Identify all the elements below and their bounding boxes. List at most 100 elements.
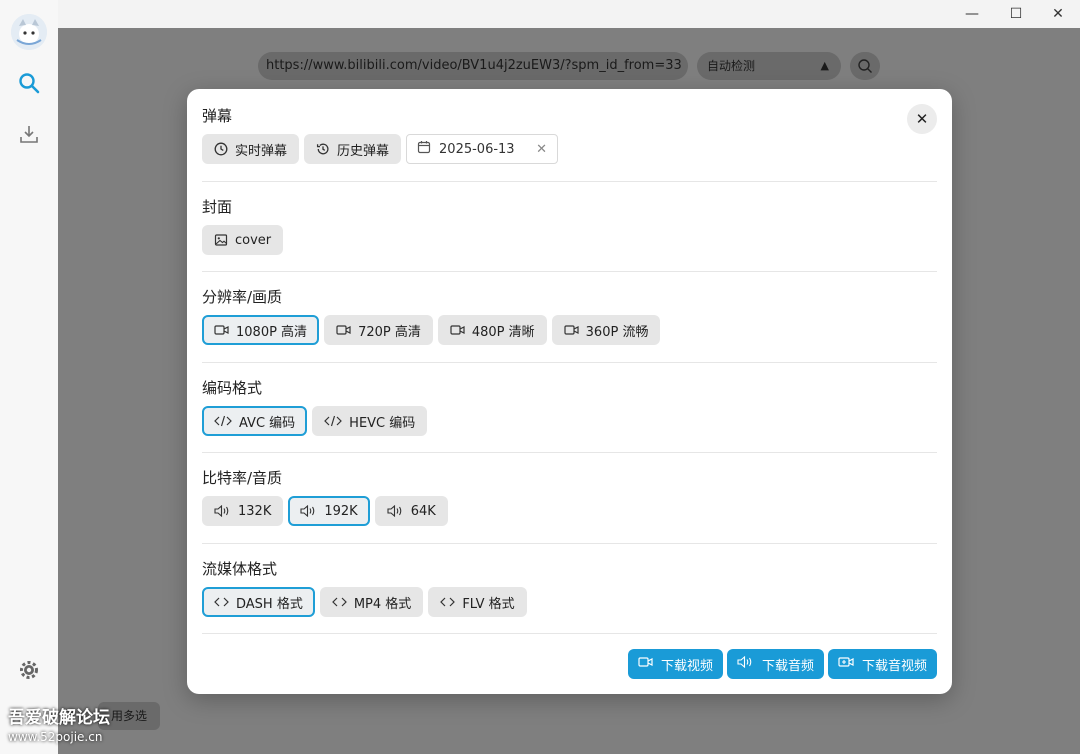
stream-option-flv[interactable]: FLV 格式	[428, 587, 527, 617]
option-label: MP4 格式	[353, 596, 412, 612]
downloads-nav-button[interactable]	[15, 120, 43, 148]
date-value: 2025-06-13	[439, 141, 515, 157]
search-nav-button[interactable]	[15, 69, 43, 97]
divider	[202, 181, 937, 182]
watermark-url: www.52pojie.cn	[8, 730, 103, 744]
maximize-button[interactable]: ☐	[994, 0, 1038, 28]
code-icon	[214, 596, 229, 608]
resolution-option-480p[interactable]: 480P 清晰	[437, 315, 547, 345]
option-label: 132K	[238, 503, 272, 519]
cover-label: cover	[235, 232, 272, 248]
resolution-options: 1080P 高清 720P 高清 480P 清晰 360P 流畅	[202, 315, 937, 345]
option-label: FLV 格式	[462, 596, 515, 612]
bitrate-option-132k[interactable]: 132K	[202, 496, 284, 526]
codec-option-hevc[interactable]: HEVC 编码	[312, 406, 428, 436]
download-audio-button[interactable]: 下载音频	[726, 649, 824, 679]
clock-icon	[214, 142, 228, 156]
image-icon	[214, 233, 228, 247]
divider	[202, 271, 937, 272]
bitrate-option-192k[interactable]: 192K	[288, 496, 370, 526]
divider	[202, 362, 937, 363]
watermark-text: 吾爱破解论坛	[8, 708, 110, 728]
gear-icon	[20, 661, 38, 679]
option-label: DASH 格式	[236, 596, 303, 612]
option-label: 192K	[324, 503, 358, 519]
clear-date-icon[interactable]: ✕	[536, 142, 547, 157]
close-icon: ✕	[1052, 6, 1064, 22]
video-camera-icon	[214, 324, 229, 336]
avatar[interactable]	[11, 14, 47, 50]
video-audio-icon	[838, 656, 854, 672]
download-audio-video-button[interactable]: 下载音视频	[827, 649, 937, 679]
cover-button[interactable]: cover	[202, 225, 284, 255]
url-input[interactable]: https://www.bilibili.com/video/BV1u4j2zu…	[258, 52, 688, 80]
caret-up-icon: ▲	[820, 59, 829, 72]
download-audio-label: 下载音频	[761, 658, 814, 674]
option-label: 64K	[410, 503, 436, 519]
download-video-button[interactable]: 下载视频	[627, 649, 723, 679]
speaker-icon	[737, 655, 754, 672]
video-camera-icon	[638, 656, 653, 672]
code-slash-icon	[324, 415, 343, 427]
realtime-danmaku-label: 实时弹幕	[235, 143, 288, 159]
title-bar: — ☐ ✕	[0, 0, 1080, 28]
stream-format-section: 流媒体格式 DASH 格式 MP4 格式 FLV 格式	[202, 559, 937, 617]
section-title: 比特率/音质	[202, 469, 283, 487]
search-button[interactable]	[850, 52, 880, 80]
danmaku-section: 弹幕 实时弹幕 历史弹幕 2025-06-13 ✕	[202, 106, 937, 164]
code-icon	[331, 596, 347, 608]
section-title: 封面	[202, 198, 233, 216]
resolution-option-360p[interactable]: 360P 流畅	[551, 315, 661, 345]
codec-section: 编码格式 AVC 编码 HEVC 编码	[202, 378, 937, 436]
speaker-icon	[214, 505, 231, 517]
mode-select-value: 自动检测	[707, 59, 756, 73]
stream-option-mp4[interactable]: MP4 格式	[319, 587, 424, 617]
bitrate-section: 比特率/音质 132K 192K 64K	[202, 468, 937, 526]
minimize-icon: —	[965, 6, 979, 22]
video-camera-icon	[564, 324, 579, 336]
section-title: 弹幕	[202, 107, 233, 125]
search-icon	[858, 59, 872, 73]
section-title: 编码格式	[202, 379, 263, 397]
mode-select[interactable]: 自动检测 ▲	[697, 52, 841, 80]
cover-section: 封面 cover	[202, 197, 937, 255]
history-icon	[316, 142, 330, 156]
maximize-icon: ☐	[1009, 6, 1023, 22]
stream-option-dash[interactable]: DASH 格式	[202, 587, 315, 617]
settings-button[interactable]	[15, 656, 43, 684]
bitrate-options: 132K 192K 64K	[202, 496, 937, 526]
realtime-danmaku-button[interactable]: 实时弹幕	[202, 134, 300, 164]
option-label: 1080P 高清	[236, 324, 308, 340]
codec-options: AVC 编码 HEVC 编码	[202, 406, 937, 436]
divider	[202, 543, 937, 544]
calendar-icon	[417, 140, 431, 158]
date-picker[interactable]: 2025-06-13 ✕	[406, 134, 559, 164]
close-window-button[interactable]: ✕	[1036, 0, 1080, 28]
divider	[202, 452, 937, 453]
download-tray-icon	[20, 126, 38, 143]
speaker-icon	[300, 505, 317, 517]
history-danmaku-label: 历史弹幕	[337, 143, 390, 159]
history-danmaku-button[interactable]: 历史弹幕	[304, 134, 402, 164]
divider	[202, 633, 937, 634]
code-icon	[440, 596, 456, 608]
sidebar	[0, 0, 58, 754]
bitrate-option-64k[interactable]: 64K	[374, 496, 448, 526]
download-video-label: 下载视频	[660, 658, 713, 674]
dialog-actions: 下载视频 下载音频 下载音视频	[627, 649, 937, 679]
codec-option-avc[interactable]: AVC 编码	[202, 406, 308, 436]
option-label: 360P 流畅	[585, 324, 649, 340]
option-label: 720P 高清	[358, 324, 421, 340]
resolution-option-1080p[interactable]: 1080P 高清	[202, 315, 320, 345]
option-label: HEVC 编码	[349, 415, 416, 431]
minimize-button[interactable]: —	[950, 0, 994, 28]
download-options-dialog: ✕ 弹幕 实时弹幕 历史弹幕 2025-06-13 ✕ 封面 cover 分辨率…	[187, 89, 952, 694]
video-camera-icon	[450, 324, 465, 336]
resolution-section: 分辨率/画质 1080P 高清 720P 高清 480P 清晰 360P 流畅	[202, 287, 937, 345]
option-label: AVC 编码	[239, 415, 296, 431]
stream-format-options: DASH 格式 MP4 格式 FLV 格式	[202, 587, 937, 617]
resolution-option-720p[interactable]: 720P 高清	[324, 315, 433, 345]
option-label: 480P 清晰	[471, 324, 535, 340]
speaker-icon	[387, 505, 404, 517]
video-camera-icon	[336, 324, 351, 336]
